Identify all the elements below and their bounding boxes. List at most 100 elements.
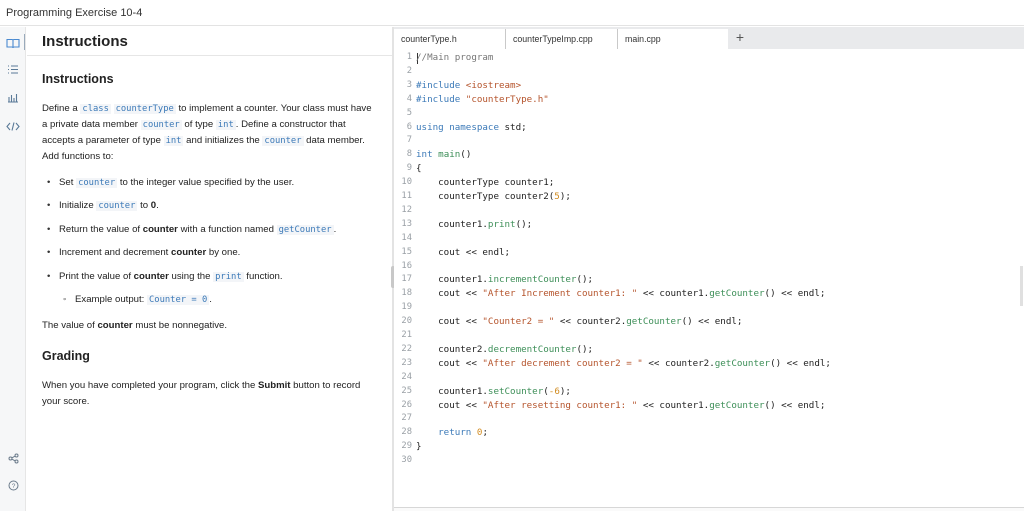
add-tab-button[interactable]: +	[730, 28, 750, 48]
code-icon[interactable]	[0, 116, 26, 136]
requirements-list: Set counter to the integer value specifi…	[42, 175, 372, 308]
code-line[interactable]: counter1.print();	[416, 219, 532, 230]
text-run: Print the value of	[59, 270, 134, 282]
code-token: cout <<	[416, 288, 483, 300]
inline-code: counter	[140, 120, 182, 130]
code-line[interactable]: {	[416, 163, 422, 174]
list-item: Print the value of counter using the pri…	[42, 269, 372, 285]
bold-text: counter	[171, 247, 207, 259]
code-line[interactable]: #include <iostream>	[416, 80, 521, 91]
code-token: //Main program	[416, 52, 494, 63]
code-line[interactable]: counter1.incrementCounter();	[416, 274, 593, 285]
line-number: 26	[401, 399, 412, 410]
line-number: 24	[401, 371, 412, 382]
code-editor: counterType.h counterTypeImp.cpp main.cp…	[394, 27, 1024, 511]
panel-title: Instructions	[42, 33, 128, 50]
bold-text: Submit	[257, 379, 291, 391]
list-item: Increment and decrement counter by one.	[42, 245, 372, 261]
code-line[interactable]: cout << "After decrement counter2 = " <<…	[416, 358, 831, 369]
code-token: cout <<	[416, 316, 483, 328]
inline-code: counter	[96, 201, 138, 212]
code-token: counter2.	[416, 343, 488, 355]
code-line[interactable]: #include "counterType.h"	[416, 94, 549, 105]
text-run: .	[333, 223, 337, 235]
line-number: 19	[401, 302, 412, 313]
text-run: Set	[59, 177, 77, 188]
code-line[interactable]: counter1.setCounter(-6);	[416, 386, 571, 397]
line-number: 16	[401, 260, 412, 271]
share-icon[interactable]	[0, 448, 26, 468]
text-run: function.	[243, 270, 283, 282]
instructions-note: The value of counter must be nonnegative…	[42, 318, 372, 334]
tab-main-cpp[interactable]: main.cpp	[618, 29, 728, 49]
code-line[interactable]: cout << "After Increment counter1: " << …	[416, 288, 825, 299]
code-token: #include	[416, 93, 466, 105]
code-token: {	[416, 163, 422, 175]
line-number: 6	[406, 121, 412, 132]
code-token: << counter2.	[642, 357, 715, 369]
code-token: getCounter	[714, 357, 771, 369]
code-token: "After resetting counter1: "	[482, 399, 638, 411]
code-line[interactable]: //Main program	[416, 52, 493, 63]
code-token: );	[559, 385, 571, 397]
book-icon[interactable]	[0, 33, 26, 53]
line-number: 15	[401, 246, 412, 257]
code-token: () << endl;	[770, 357, 831, 369]
line-number: 22	[401, 343, 412, 354]
code-token: }	[416, 441, 422, 453]
code-token: main	[438, 149, 461, 161]
line-number: 30	[401, 455, 412, 466]
line-number: 27	[401, 413, 412, 424]
text-run: to the integer value specified by the us…	[117, 177, 295, 188]
code-line[interactable]: int main()	[416, 149, 471, 160]
text-run: and initializes the	[183, 135, 263, 146]
grading-text: When you have completed your program, cl…	[42, 378, 372, 410]
text-run: The value of	[42, 319, 98, 331]
code-line[interactable]: counter2.decrementCounter();	[416, 344, 593, 355]
code-token: <iostream>	[465, 79, 522, 91]
code-token: cout <<	[416, 399, 483, 411]
code-token: print	[487, 218, 516, 230]
instructions-panel: Instructions Instructions Define a class…	[24, 27, 392, 511]
code-token: std;	[498, 121, 527, 133]
code-token: ()	[460, 149, 472, 161]
text-run: by one.	[206, 247, 241, 259]
inline-code: counter	[76, 178, 118, 188]
line-number: 28	[401, 427, 412, 438]
inline-code: getCounter	[276, 224, 334, 235]
code-token: counter1.	[416, 218, 488, 230]
help-icon[interactable]: ?	[0, 475, 26, 495]
code-line[interactable]: counterType counter1;	[416, 177, 554, 188]
line-number: 12	[401, 204, 412, 215]
code-line[interactable]: cout << "Counter2 = " << counter2.getCou…	[416, 316, 742, 327]
chart-icon[interactable]	[0, 87, 26, 107]
code-line[interactable]: cout << "After resetting counter1: " << …	[416, 400, 825, 411]
list-icon[interactable]	[0, 59, 26, 79]
code-token: int	[416, 149, 433, 161]
grading-heading: Grading	[42, 348, 90, 363]
code-line[interactable]: counterType counter2(5);	[416, 191, 571, 202]
code-line[interactable]: }	[416, 441, 422, 452]
instructions-intro: Define a class counterType to implement …	[42, 101, 372, 165]
code-line[interactable]: using namespace std;	[416, 122, 527, 133]
code-token: << counter1.	[637, 399, 710, 411]
inline-code: int	[215, 120, 236, 130]
tab-countertype-h[interactable]: counterType.h	[394, 29, 506, 49]
line-number: 18	[401, 288, 412, 299]
line-number: 29	[401, 441, 412, 452]
code-token: cout << endl;	[416, 246, 511, 258]
instructions-header: Instructions	[24, 27, 392, 56]
code-token: ();	[576, 274, 594, 286]
editor-scrollbar[interactable]	[1020, 266, 1023, 306]
code-line[interactable]: return 0;	[416, 427, 488, 438]
window-title-bar: Programming Exercise 10-4	[0, 0, 1024, 26]
tab-countertypeimp-cpp[interactable]: counterTypeImp.cpp	[506, 29, 618, 49]
code-line[interactable]: cout << endl;	[416, 247, 510, 258]
text-run: Return the value of	[59, 223, 143, 235]
code-text-area[interactable]: 1 2 3 4 5 6 7 8 9 10 11 12 13 14 15 16 17 18 19 20 21 22 23 24 2…	[394, 50, 1024, 507]
bold-text: counter	[133, 270, 169, 282]
code-token: -6	[548, 385, 560, 397]
instructions-body: Instructions Define a class counterType …	[42, 71, 372, 420]
text-run: .	[209, 293, 212, 305]
text-run: Define a	[42, 103, 81, 114]
